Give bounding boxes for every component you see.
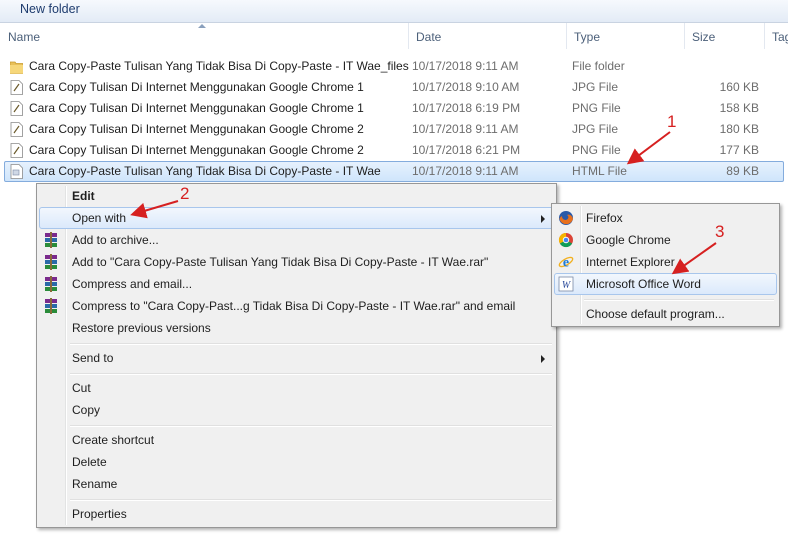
annotation-number-3: 3: [715, 222, 725, 241]
annotation-number-2: 2: [180, 184, 190, 203]
annotation-arrow-1: [626, 131, 671, 165]
annotation-number-1: 1: [667, 112, 677, 131]
annotation-arrow-3: [671, 242, 717, 275]
annotation-arrows: [130, 131, 717, 275]
annotation-arrow-2: [130, 200, 179, 219]
